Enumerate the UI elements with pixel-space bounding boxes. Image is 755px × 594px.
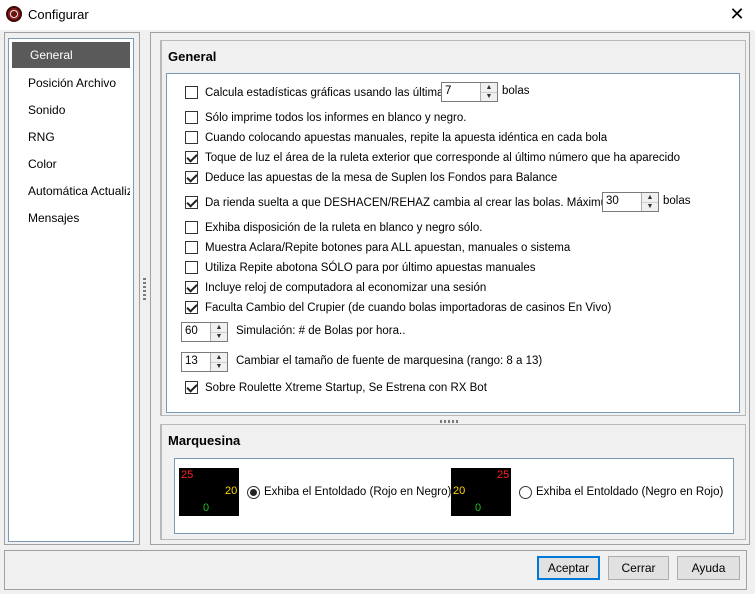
stepper-buttons: ▲ ▼ [480, 83, 497, 101]
last-balls-stepper[interactable]: 7 ▲ ▼ [441, 82, 498, 102]
nav-item-automatica-actualizacion[interactable]: Automática Actualización [10, 179, 130, 203]
vertical-splitter-grip[interactable] [143, 278, 146, 300]
app-roulette-icon [6, 6, 22, 22]
option-label: Faculta Cambio del Crupier (de cuando bo… [205, 302, 612, 314]
preview-green-number: 0 [203, 502, 210, 514]
help-button[interactable]: Ayuda [677, 556, 740, 580]
checkbox-bw-layout[interactable] [185, 221, 198, 234]
preview-yellow-number: 20 [453, 485, 466, 497]
radio-black-on-red-label[interactable]: Exhiba el Entoldado (Negro en Rojo) [536, 486, 723, 498]
marquee-section-title: Marquesina [168, 433, 241, 448]
general-section: General Calcula estadísticas gráficas us… [160, 40, 746, 416]
general-options-panel: Calcula estadísticas gráficas usando las… [166, 73, 740, 413]
spin-down-arrow-icon[interactable]: ▼ [642, 202, 658, 211]
marquee-font-size-stepper[interactable]: 13 ▲ ▼ [181, 352, 228, 372]
checkbox-repeat-bet[interactable] [185, 131, 198, 144]
spin-down-arrow-icon[interactable]: ▼ [481, 92, 497, 101]
option-label: Da rienda suelta a que DESHACEN/REHAZ ca… [205, 197, 620, 209]
spin-down-arrow-icon[interactable]: ▼ [211, 332, 227, 341]
checkbox-dealer-change[interactable] [185, 301, 198, 314]
checkbox-rx-bot-startup[interactable] [185, 381, 198, 394]
nav-item-general[interactable]: General [12, 42, 130, 68]
option-label: Sobre Roulette Xtreme Startup, Se Estren… [205, 382, 487, 394]
preview-red-number: 25 [181, 469, 194, 481]
general-section-title: General [168, 49, 217, 64]
close-button[interactable]: Cerrar [608, 556, 669, 580]
spin-down-arrow-icon[interactable]: ▼ [211, 362, 227, 371]
settings-category-list[interactable]: General Posición Archivo Sonido RNG Colo… [8, 38, 134, 542]
preview-yellow-number: 20 [225, 485, 238, 497]
option-label: Sólo imprime todos los informes en blanc… [205, 112, 467, 124]
accept-button[interactable]: Aceptar [537, 556, 600, 580]
radio-red-on-black-label[interactable]: Exhiba el Entoldado (Rojo en Negro) [264, 486, 451, 498]
marquee-preview-black-on-red: 25 20 0 [451, 468, 511, 516]
nav-item-sonido[interactable]: Sonido [10, 98, 130, 122]
stepper-value: 7 [445, 85, 452, 97]
checkbox-highlight-area[interactable] [185, 151, 198, 164]
stepper-buttons: ▲ ▼ [641, 193, 658, 211]
checkbox-clear-repeat-buttons[interactable] [185, 241, 198, 254]
option-label: Muestra Aclara/Repite botones para ALL a… [205, 242, 571, 254]
stepper-buttons: ▲ ▼ [210, 353, 227, 371]
close-icon[interactable]: ✕ [726, 2, 748, 26]
option-label: Toque de luz el área de la ruleta exteri… [205, 152, 680, 164]
nav-item-rng[interactable]: RNG [10, 125, 130, 149]
option-label: Deduce las apuestas de la mesa de Suplen… [205, 172, 558, 184]
undo-max-stepper[interactable]: 30 ▲ ▼ [602, 192, 659, 212]
checkbox-print-bw[interactable] [185, 111, 198, 124]
checkbox-deduce-bets[interactable] [185, 171, 198, 184]
option-label: Incluye reloj de computadora al economiz… [205, 282, 487, 294]
checkbox-include-clock[interactable] [185, 281, 198, 294]
radio-black-on-red[interactable] [519, 486, 532, 499]
option-label: Utiliza Repite abotona SÓLO para por últ… [205, 262, 536, 274]
checkbox-graph-stats[interactable] [185, 86, 198, 99]
preview-red-number: 25 [497, 469, 510, 481]
balls-per-hour-stepper[interactable]: 60 ▲ ▼ [181, 322, 228, 342]
preview-green-number: 0 [475, 502, 482, 514]
window-title: Configurar [28, 7, 89, 22]
marquee-section: Marquesina 25 20 0 Exhiba el Entoldado (… [160, 424, 746, 540]
stepper-value: 30 [606, 195, 619, 207]
checkbox-undo-redo[interactable] [185, 196, 198, 209]
marquee-preview-red-on-black: 25 20 0 [179, 468, 239, 516]
marquee-font-size-label: Cambiar el tamaño de fuente de marquesin… [236, 355, 543, 367]
option-label: Exhiba disposición de la ruleta en blanc… [205, 222, 483, 234]
balls-per-hour-label: Simulación: # de Bolas por hora.. [236, 325, 406, 337]
radio-red-on-black[interactable] [247, 486, 260, 499]
bolas-suffix: bolas [502, 85, 530, 97]
option-label: Cuando colocando apuestas manuales, repi… [205, 132, 608, 144]
bolas-suffix: bolas [663, 195, 691, 207]
marquee-options-panel: 25 20 0 Exhiba el Entoldado (Rojo en Neg… [174, 458, 734, 534]
checkbox-repeat-manual-only[interactable] [185, 261, 198, 274]
stepper-value: 13 [185, 355, 198, 367]
nav-item-posicion-archivo[interactable]: Posición Archivo [10, 71, 130, 95]
nav-item-color[interactable]: Color [10, 152, 130, 176]
nav-item-mensajes[interactable]: Mensajes [10, 206, 130, 230]
stepper-value: 60 [185, 325, 198, 337]
title-bar [0, 0, 755, 30]
option-label: Calcula estadísticas gráficas usando las… [205, 87, 450, 99]
stepper-buttons: ▲ ▼ [210, 323, 227, 341]
horizontal-splitter-grip[interactable] [440, 420, 458, 423]
